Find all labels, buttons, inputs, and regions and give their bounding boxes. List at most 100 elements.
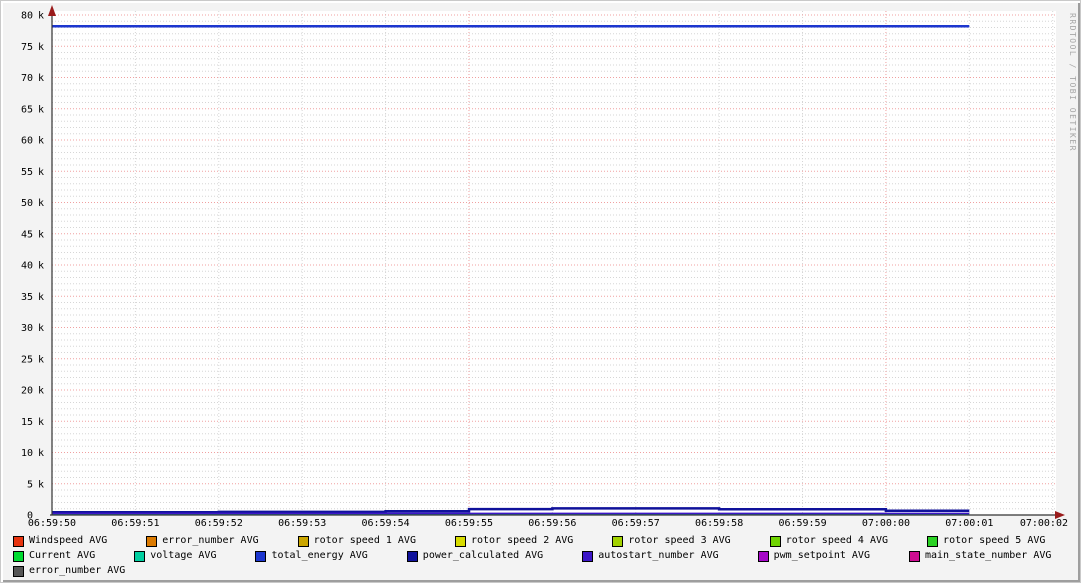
x-tick-label: 06:59:55 bbox=[445, 518, 493, 529]
chart-legend: Windspeed AVG error_number AVG rotor speed… bbox=[13, 535, 1051, 577]
legend-label: power_calculated AVG bbox=[423, 550, 543, 562]
legend-label: total_energy AVG bbox=[271, 550, 367, 562]
x-tick-label: 06:59:59 bbox=[778, 518, 826, 529]
y-tick-label: 60 bbox=[21, 136, 33, 147]
legend-row: Current AVG voltage AVG total_energy AVG po… bbox=[13, 550, 1051, 562]
y-tick-label: 15 bbox=[21, 417, 33, 428]
x-tick-label: 06:59:51 bbox=[111, 518, 159, 529]
chart-plot-area: 05k10k15k20k25k30k35k40k45k50k55k60k65k7… bbox=[1, 1, 1081, 583]
legend-row: error_number AVG bbox=[13, 565, 1051, 577]
y-tick-label: 20 bbox=[21, 386, 33, 397]
x-tick-label: 06:59:52 bbox=[195, 518, 243, 529]
legend-swatch-icon bbox=[298, 536, 309, 547]
legend-label: rotor speed 1 AVG bbox=[314, 535, 416, 547]
y-tick-label: 5 bbox=[27, 479, 33, 490]
y-tick-unit: k bbox=[38, 167, 44, 178]
legend-swatch-icon bbox=[770, 536, 781, 547]
y-tick-label: 45 bbox=[21, 229, 33, 240]
y-tick-label: 55 bbox=[21, 167, 33, 178]
legend-item-total-energy-avg: total_energy AVG bbox=[255, 550, 367, 562]
legend-label: voltage AVG bbox=[150, 550, 216, 562]
y-tick-label: 10 bbox=[21, 448, 33, 459]
x-tick-label: 06:59:53 bbox=[278, 518, 326, 529]
legend-swatch-icon bbox=[255, 551, 266, 562]
y-tick-unit: k bbox=[38, 229, 44, 240]
y-tick-unit: k bbox=[38, 11, 44, 22]
y-tick-label: 65 bbox=[21, 104, 33, 115]
legend-label: error_number AVG bbox=[162, 535, 258, 547]
legend-swatch-icon bbox=[582, 551, 593, 562]
legend-swatch-icon bbox=[612, 536, 623, 547]
x-tick-label: 07:00:02 bbox=[1020, 518, 1068, 529]
y-tick-label: 35 bbox=[21, 292, 33, 303]
y-tick-unit: k bbox=[38, 104, 44, 115]
y-tick-label: 40 bbox=[21, 261, 33, 272]
legend-label: Current AVG bbox=[29, 550, 95, 562]
y-tick-unit: k bbox=[38, 323, 44, 334]
legend-label: main_state_number AVG bbox=[925, 550, 1051, 562]
rrdtool-watermark: RRDTOOL / TOBI OETIKER bbox=[1068, 13, 1077, 152]
legend-row: Windspeed AVG error_number AVG rotor speed… bbox=[13, 535, 1051, 547]
y-tick-label: 70 bbox=[21, 73, 33, 84]
x-tick-label: 06:59:57 bbox=[612, 518, 660, 529]
legend-item-power-calculated-avg: power_calculated AVG bbox=[407, 550, 543, 562]
legend-label: Windspeed AVG bbox=[29, 535, 107, 547]
y-tick-unit: k bbox=[38, 417, 44, 428]
x-tick-label: 06:59:54 bbox=[361, 518, 409, 529]
x-tick-label: 06:59:50 bbox=[28, 518, 76, 529]
y-tick-unit: k bbox=[38, 261, 44, 272]
legend-swatch-icon bbox=[407, 551, 418, 562]
rrdtool-graph: 05k10k15k20k25k30k35k40k45k50k55k60k65k7… bbox=[0, 0, 1081, 583]
legend-label: autostart_number AVG bbox=[598, 550, 718, 562]
x-tick-label: 07:00:01 bbox=[945, 518, 993, 529]
legend-swatch-icon bbox=[134, 551, 145, 562]
y-tick-label: 50 bbox=[21, 198, 33, 209]
y-tick-unit: k bbox=[38, 448, 44, 459]
legend-swatch-icon bbox=[13, 566, 24, 577]
x-tick-label: 06:59:56 bbox=[528, 518, 576, 529]
legend-label: rotor speed 5 AVG bbox=[943, 535, 1045, 547]
y-tick-unit: k bbox=[38, 292, 44, 303]
legend-item-rotor-speed-3-avg: rotor speed 3 AVG bbox=[612, 535, 730, 547]
legend-item-rotor-speed-1-avg: rotor speed 1 AVG bbox=[298, 535, 416, 547]
y-tick-unit: k bbox=[38, 354, 44, 365]
legend-item-windspeed-avg: Windspeed AVG bbox=[13, 535, 107, 547]
legend-label: rotor speed 3 AVG bbox=[628, 535, 730, 547]
legend-label: rotor speed 2 AVG bbox=[471, 535, 573, 547]
legend-item-rotor-speed-4-avg: rotor speed 4 AVG bbox=[770, 535, 888, 547]
legend-item-autostart-number-avg: autostart_number AVG bbox=[582, 550, 718, 562]
y-tick-label: 30 bbox=[21, 323, 33, 334]
legend-swatch-icon bbox=[455, 536, 466, 547]
legend-label: pwm_setpoint AVG bbox=[774, 550, 870, 562]
y-tick-unit: k bbox=[38, 198, 44, 209]
legend-item-error-number-avg: error_number AVG bbox=[13, 565, 125, 577]
legend-item-pwm-setpoint-avg: pwm_setpoint AVG bbox=[758, 550, 870, 562]
y-tick-unit: k bbox=[38, 73, 44, 84]
y-tick-unit: k bbox=[38, 136, 44, 147]
legend-label: rotor speed 4 AVG bbox=[786, 535, 888, 547]
y-tick-label: 75 bbox=[21, 42, 33, 53]
y-tick-unit: k bbox=[38, 479, 44, 490]
legend-swatch-icon bbox=[758, 551, 769, 562]
legend-item-main-state-number-avg: main_state_number AVG bbox=[909, 550, 1051, 562]
x-tick-label: 06:59:58 bbox=[695, 518, 743, 529]
y-axis-arrow-icon bbox=[48, 5, 56, 16]
legend-swatch-icon bbox=[909, 551, 920, 562]
x-tick-label: 07:00:00 bbox=[862, 518, 910, 529]
y-tick-label: 80 bbox=[21, 11, 33, 22]
y-axis-labels: 05k10k15k20k25k30k35k40k45k50k55k60k65k7… bbox=[21, 11, 44, 522]
legend-item-error-number-avg: error_number AVG bbox=[146, 535, 258, 547]
legend-swatch-icon bbox=[13, 536, 24, 547]
legend-item-current-avg: Current AVG bbox=[13, 550, 95, 562]
legend-item-rotor-speed-2-avg: rotor speed 2 AVG bbox=[455, 535, 573, 547]
legend-label: error_number AVG bbox=[29, 565, 125, 577]
legend-swatch-icon bbox=[146, 536, 157, 547]
legend-item-rotor-speed-5-avg: rotor speed 5 AVG bbox=[927, 535, 1045, 547]
y-tick-unit: k bbox=[38, 42, 44, 53]
x-axis-labels: 06:59:50 06:59:51 06:59:52 06:59:53 06:59:54… bbox=[28, 518, 1068, 529]
legend-item-voltage-avg: voltage AVG bbox=[134, 550, 216, 562]
y-tick-label: 25 bbox=[21, 354, 33, 365]
legend-swatch-icon bbox=[927, 536, 938, 547]
y-tick-unit: k bbox=[38, 386, 44, 397]
chart-canvas bbox=[52, 11, 1056, 515]
